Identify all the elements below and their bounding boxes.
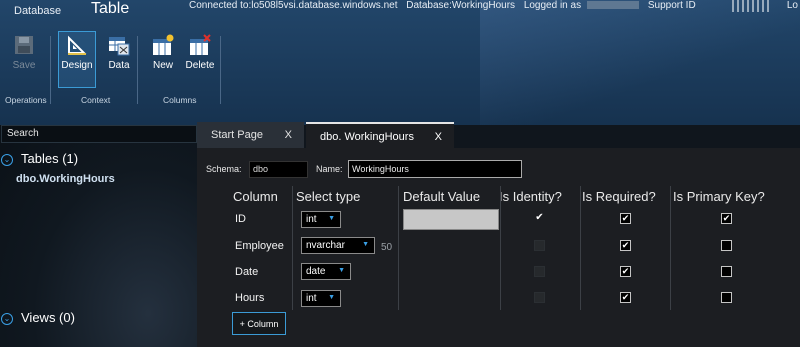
row-column-name: ID <box>235 213 246 225</box>
data-label: Data <box>108 60 130 71</box>
group-columns-label: Columns <box>163 95 197 105</box>
design-icon <box>66 34 88 56</box>
group-operations-label: Operations <box>5 95 47 105</box>
tab-label: Start Page <box>211 129 263 141</box>
data-grid-icon <box>108 34 130 56</box>
search-input[interactable]: Search <box>1 125 197 143</box>
length-value: 50 <box>381 242 393 253</box>
primary-key-checkbox[interactable] <box>721 292 732 303</box>
logged-in-text: Logged in as <box>523 0 582 11</box>
design-label: Design <box>61 60 93 71</box>
dropdown-arrow-icon: ▼ <box>328 215 335 222</box>
delete-column-icon <box>189 34 211 56</box>
connection-text: Connected to:lo508l5vsi.database.windows… <box>189 0 398 11</box>
views-tree-header[interactable]: ⌄ Views (0) <box>0 310 75 325</box>
required-checkbox[interactable]: ✔ <box>620 292 631 303</box>
save-label: Save <box>12 60 36 71</box>
type-select-value: int <box>306 214 317 225</box>
dropdown-arrow-icon: ▼ <box>338 267 345 274</box>
logoff-link[interactable]: Lo <box>787 0 798 11</box>
breadcrumb-database[interactable]: Database <box>14 5 61 17</box>
group-context-label: Context <box>81 95 111 105</box>
new-column-button[interactable]: New <box>143 32 183 76</box>
toolbar-divider <box>50 36 51 104</box>
type-select[interactable]: nvarchar ▼ <box>301 237 375 254</box>
delete-column-button[interactable]: Delete <box>180 32 220 76</box>
toolbar-divider <box>220 36 221 104</box>
header-is-identity: Is Identity? <box>499 189 562 204</box>
connection-info: Connected to:lo508l5vsi.database.windows… <box>189 0 702 11</box>
grid-divider <box>398 186 399 310</box>
header-select-type: Select type <box>296 189 361 204</box>
redacted-username <box>587 1 640 10</box>
views-header-label: Views (0) <box>21 310 75 325</box>
tables-header-label: Tables (1) <box>21 151 79 166</box>
type-select-value: date <box>306 266 326 277</box>
page-title: Table <box>91 0 130 17</box>
header-is-primary-key: Is Primary Key? <box>673 189 765 204</box>
sidebar-item-table[interactable]: dbo.WorkingHours <box>16 173 115 185</box>
dropdown-arrow-icon: ▼ <box>328 294 335 301</box>
row-column-name: Employee <box>235 240 284 252</box>
row-column-name: Date <box>235 266 259 278</box>
type-select[interactable]: date ▼ <box>301 263 351 280</box>
tab-start-page[interactable]: Start Page X <box>197 122 304 148</box>
close-icon[interactable]: X <box>285 129 292 141</box>
identity-checkbox <box>534 266 545 277</box>
type-select-value: int <box>306 293 317 304</box>
primary-key-checkbox[interactable]: ✔ <box>721 213 732 224</box>
type-select[interactable]: int ▼ <box>301 211 341 228</box>
add-column-button[interactable]: + Column <box>232 312 286 335</box>
name-label: Name: <box>316 164 343 174</box>
design-button[interactable]: Design <box>58 31 96 88</box>
grid-divider <box>580 186 581 310</box>
header-column: Column <box>233 189 278 204</box>
close-icon[interactable]: X <box>435 131 442 143</box>
schema-field[interactable]: dbo <box>249 161 308 178</box>
tab-label: dbo. WorkingHours <box>320 131 414 143</box>
save-button[interactable]: Save <box>4 32 44 76</box>
type-select[interactable]: int ▼ <box>301 290 341 307</box>
chevron-down-icon[interactable]: ⌄ <box>1 154 13 166</box>
identity-checkbox <box>534 292 545 303</box>
grid-divider <box>500 186 501 310</box>
logo-icon <box>732 0 772 12</box>
identity-checkbox: ✔ <box>535 212 544 223</box>
delete-label: Delete <box>185 60 215 71</box>
grid-divider <box>670 186 671 310</box>
row-column-name: Hours <box>235 292 265 304</box>
primary-key-checkbox[interactable] <box>721 266 732 277</box>
identity-checkbox <box>534 240 545 251</box>
tables-tree-header[interactable]: ⌄ Tables (1) <box>0 151 78 166</box>
default-value-field[interactable] <box>403 209 499 230</box>
type-select-value: nvarchar <box>306 240 345 251</box>
support-id-link[interactable]: Support ID <box>648 0 696 11</box>
required-checkbox[interactable]: ✔ <box>620 213 631 224</box>
table-name-field[interactable]: WorkingHours <box>348 160 522 178</box>
database-text: Database:WorkingHours <box>406 0 516 11</box>
dropdown-arrow-icon: ▼ <box>362 241 369 248</box>
schema-label: Schema: <box>206 164 242 174</box>
required-checkbox[interactable]: ✔ <box>620 266 631 277</box>
toolbar-divider <box>137 36 138 104</box>
required-checkbox[interactable]: ✔ <box>620 240 631 251</box>
grid-divider <box>292 186 293 310</box>
header-default-value: Default Value <box>403 189 481 204</box>
data-button[interactable]: Data <box>99 32 139 76</box>
header-is-required: Is Required? <box>582 189 656 204</box>
chevron-down-icon[interactable]: ⌄ <box>1 313 13 325</box>
tab-working-hours[interactable]: dbo. WorkingHours X <box>306 122 454 148</box>
new-label: New <box>152 60 173 71</box>
save-icon <box>13 34 35 56</box>
add-column-icon <box>152 34 174 56</box>
primary-key-checkbox[interactable] <box>721 240 732 251</box>
